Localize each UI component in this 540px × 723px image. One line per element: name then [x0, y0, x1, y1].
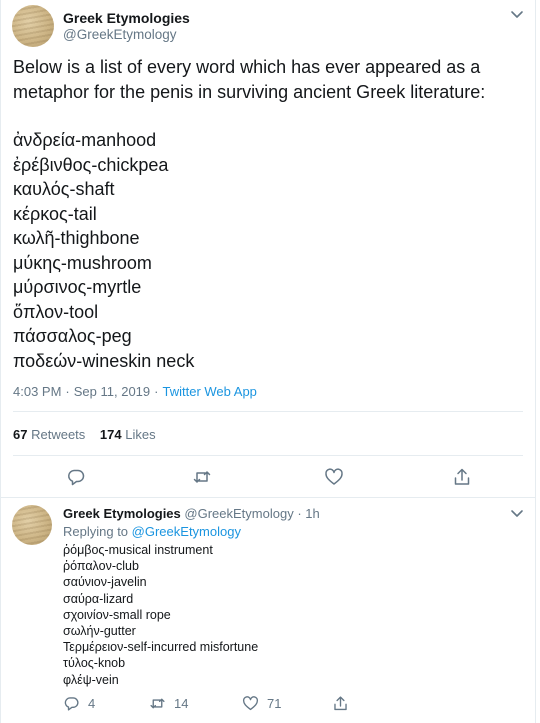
retweet-icon [150, 698, 165, 709]
reply-line: φλέψ-vein [63, 672, 119, 687]
reply-author-name[interactable]: Greek Etymologies [63, 506, 181, 521]
likes-label: Likes [125, 427, 156, 442]
reply-line: σαύνιον-javelin [63, 575, 147, 590]
author-handle[interactable]: @GreekEtymology [63, 27, 177, 42]
reply-line: ῥόμβος-musical instrument [63, 543, 213, 557]
divider [0, 497, 536, 498]
chevron-down-icon[interactable] [510, 509, 526, 521]
word-line: μύρσινος-myrtle [13, 277, 142, 297]
author-name[interactable]: Greek Etymologies [63, 10, 190, 26]
share-icon[interactable] [452, 467, 472, 487]
word-line: ποδεών-wineskin neck [13, 350, 195, 371]
tweet-time[interactable]: 4:03 PM [13, 384, 61, 399]
tweet-stats: 67 Retweets 174 Likes [13, 427, 156, 442]
reply-line: τύλος-knob [63, 656, 126, 671]
share-icon [334, 696, 347, 711]
reply-line: σωλήν-gutter [63, 624, 136, 639]
retweets-stat[interactable]: 67 Retweets [13, 427, 85, 442]
reply-icon [64, 697, 79, 711]
reply-header: Greek Etymologies @GreekEtymology · 1h [63, 506, 320, 521]
tweet-thread: Greek Etymologies @GreekEtymology Below … [0, 0, 540, 723]
reply-share-button[interactable] [332, 695, 357, 712]
replying-to-label: Replying to [63, 524, 129, 539]
retweets-count: 67 [13, 427, 28, 442]
reply-time-ago[interactable]: 1h [305, 506, 319, 521]
tweet-timestamp: 4:03 PM · Sep 11, 2019 · Twitter Web App [13, 384, 257, 399]
word-line: κέρκος-tail [13, 203, 97, 224]
reply-like-button[interactable]: 71 [242, 695, 281, 712]
word-line: καυλός-shaft [13, 179, 115, 199]
word-line: ὅπλον-tool [13, 301, 99, 322]
reply-reply-button[interactable]: 4 [63, 695, 95, 712]
tweet-date[interactable]: Sep 11, 2019 [74, 384, 150, 399]
word-line: μύκης-mushroom [13, 252, 152, 273]
reply-action-bar: 4 14 71 [63, 695, 523, 713]
reply-line: σαύρα-lizard [63, 591, 134, 606]
reply-line: ῥόπαλον-club [63, 559, 139, 574]
reply-author-handle[interactable]: @GreekEtymology [184, 506, 293, 521]
replying-to: Replying to @GreekEtymology [63, 524, 241, 539]
tweet-intro-text: Below is a list of every word which has … [13, 57, 486, 102]
heart-icon [243, 696, 258, 711]
reply-body: ῥόμβος-musical instrument ῥόπαλον-club σ… [63, 542, 523, 688]
retweets-label: Retweets [31, 427, 86, 442]
reply-line: σχοινίον-small rope [63, 607, 171, 622]
like-count: 71 [267, 696, 282, 711]
avatar[interactable] [12, 5, 54, 47]
word-line: ἐρέβινθος-chickpea [13, 154, 169, 175]
reply-count: 4 [88, 696, 96, 711]
divider [13, 455, 523, 456]
tweet-source-link[interactable]: Twitter Web App [163, 384, 257, 399]
likes-stat[interactable]: 174 Likes [100, 427, 156, 442]
reply-time-separator: · [297, 506, 302, 521]
heart-icon[interactable] [324, 467, 344, 487]
reply-line: Τερμέρειον-self-incurred misfortune [63, 640, 259, 655]
reply-avatar[interactable] [12, 505, 52, 545]
tweet-body: Below is a list of every word which has … [13, 55, 523, 373]
divider [13, 411, 523, 412]
word-line: ἀνδρεία-manhood [13, 130, 157, 150]
chevron-down-icon[interactable] [510, 10, 526, 22]
word-line: πάσσαλος-peg [13, 326, 132, 346]
main-tweet: Greek Etymologies @GreekEtymology Below … [0, 0, 536, 498]
reply-retweet-button[interactable]: 14 [149, 695, 188, 712]
retweet-icon[interactable] [192, 467, 212, 487]
word-line: κωλῆ-thighbone [13, 228, 140, 248]
likes-count: 174 [99, 427, 122, 442]
replying-to-handle[interactable]: @GreekEtymology [132, 524, 241, 539]
reply-icon[interactable] [66, 467, 86, 487]
retweet-count: 14 [174, 696, 189, 711]
